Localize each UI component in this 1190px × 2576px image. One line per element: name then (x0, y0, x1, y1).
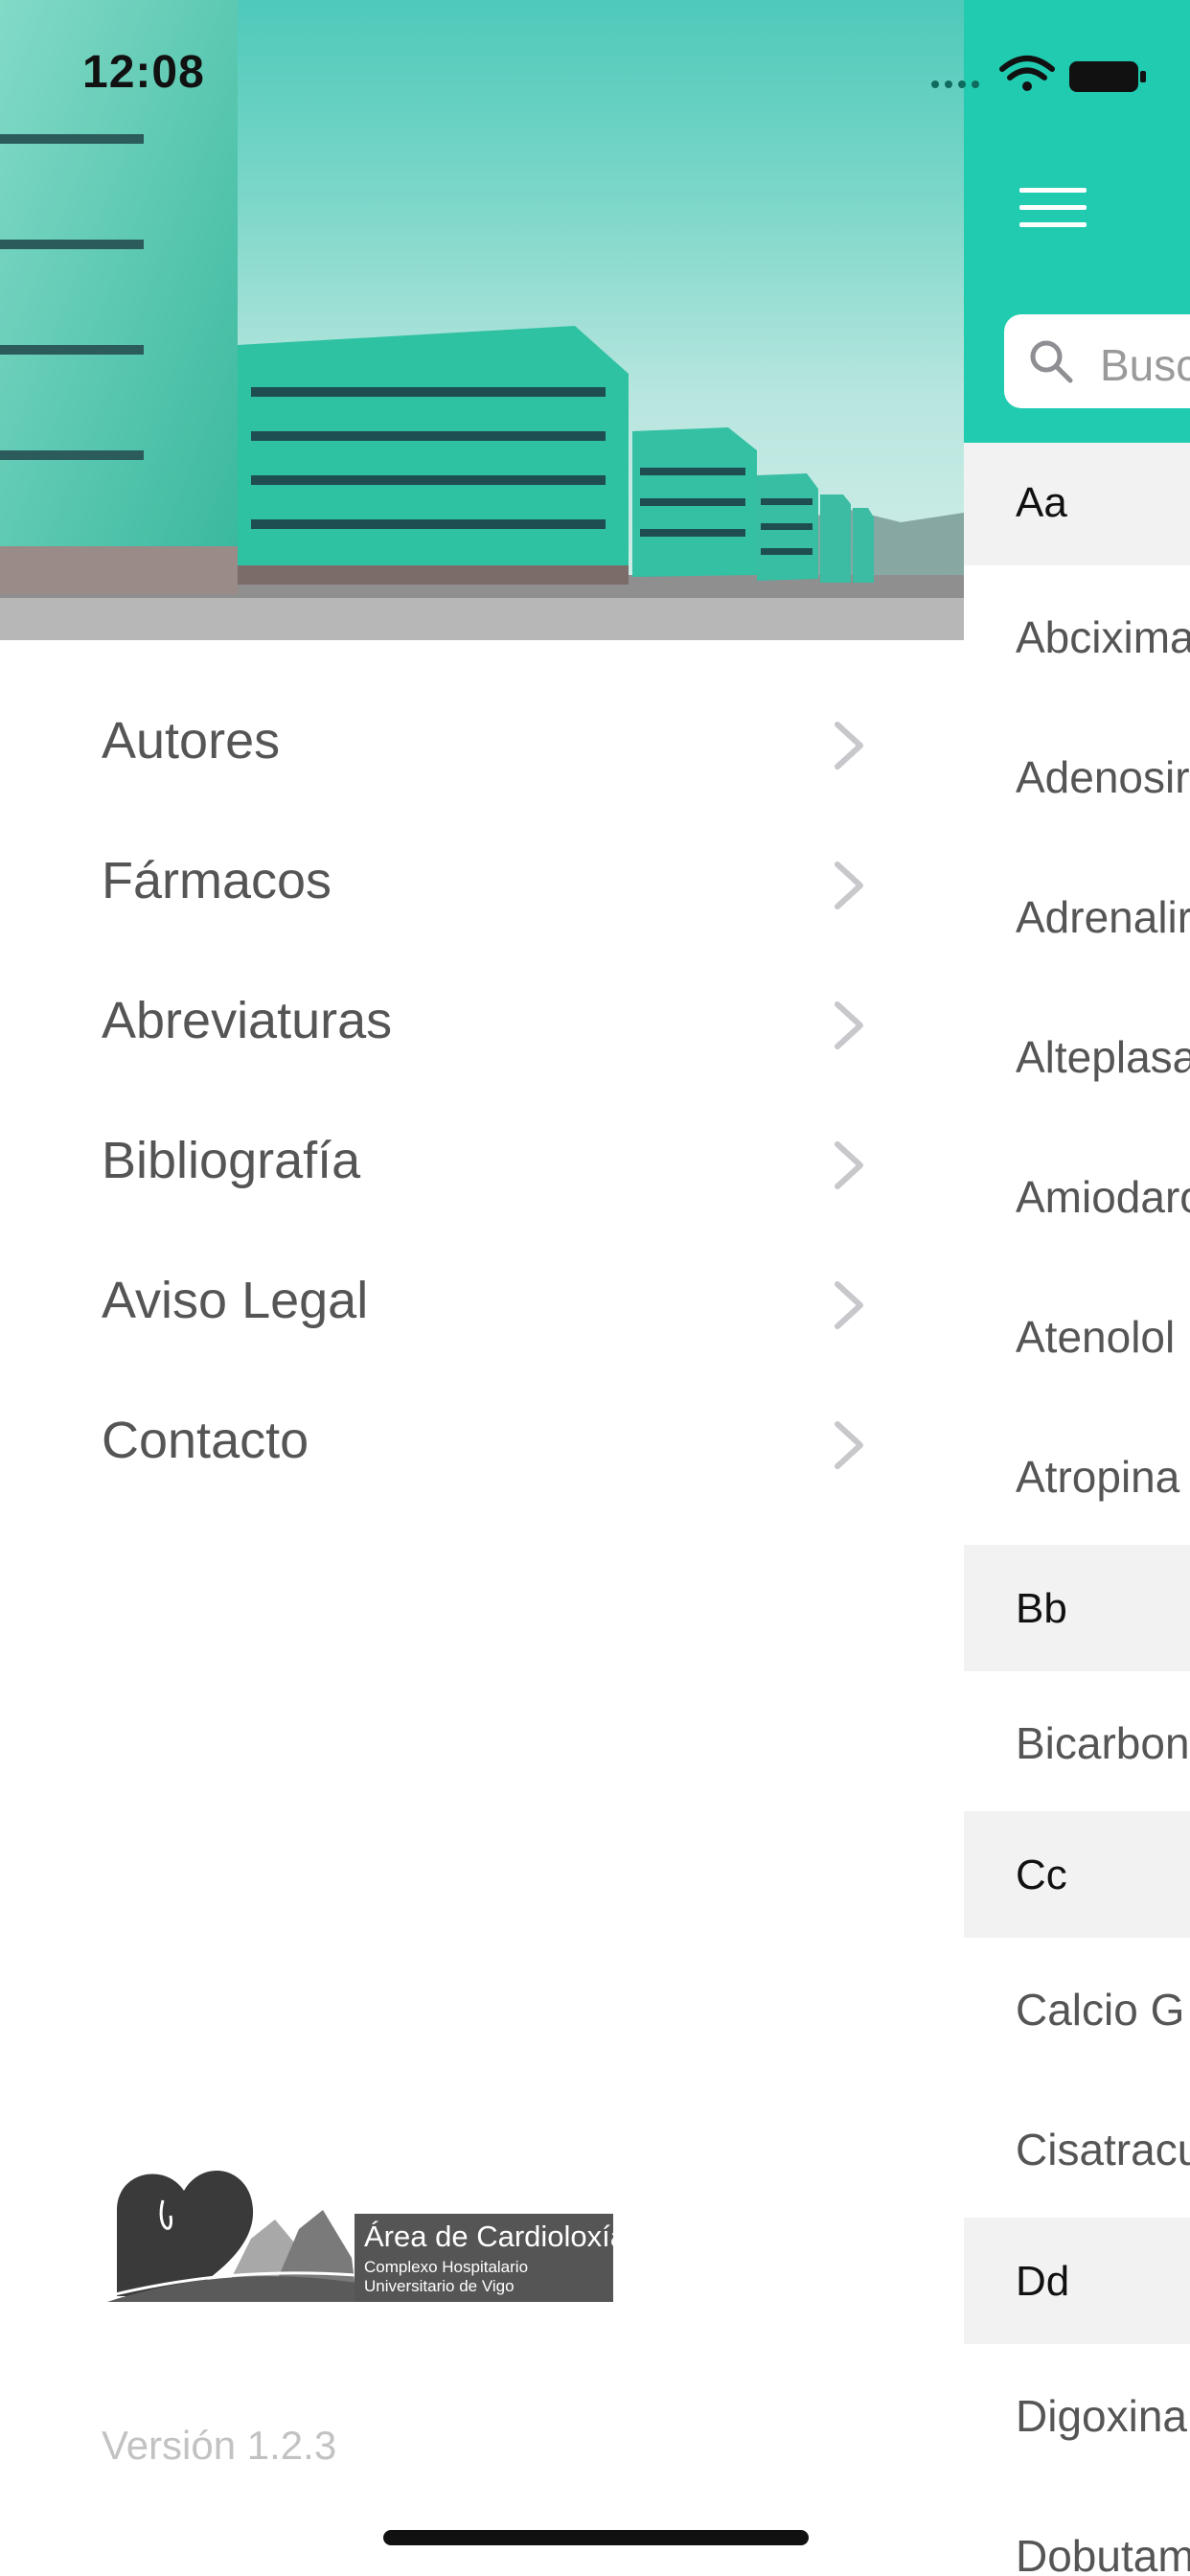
list-item[interactable]: Abcixima (964, 565, 1190, 705)
list-item[interactable]: Atropina (964, 1405, 1190, 1545)
list-item[interactable]: Amiodaro (964, 1125, 1190, 1265)
menu-item-label: Contacto (102, 1412, 309, 1469)
list-item[interactable]: Alteplasa (964, 985, 1190, 1125)
list-item[interactable]: Bicarbon (964, 1671, 1190, 1811)
logo-subtitle-line1: Complexo Hospitalario (364, 2258, 529, 2276)
menu-item-abreviaturas[interactable]: Abreviaturas (0, 954, 964, 1094)
section-header-label: Aa (1016, 479, 1067, 526)
search-input[interactable]: Busc (1004, 314, 1190, 408)
chevron-right-icon (835, 1281, 863, 1329)
menu-item-contacto[interactable]: Contacto (0, 1374, 964, 1514)
menu-icon[interactable] (1019, 188, 1087, 228)
section-header-label: Bb (1016, 1585, 1067, 1632)
search-placeholder: Busc (1100, 340, 1190, 390)
section-header: Bb (964, 1545, 1190, 1671)
menu-item-label: Abreviaturas (102, 992, 393, 1049)
menu-item-label: Autores (102, 712, 281, 770)
chevron-right-icon (835, 722, 863, 770)
list-item-label: Cisatracu (1016, 2125, 1190, 2174)
list-item-label: Bicarbon (1016, 1718, 1190, 1768)
chevron-right-icon (835, 1141, 863, 1189)
menu-item-label: Fármacos (102, 852, 332, 909)
list-item[interactable]: Atenolol (964, 1265, 1190, 1405)
section-header-label: Cc (1016, 1852, 1067, 1898)
list-item-label: Digoxina (1016, 2391, 1187, 2441)
list-item[interactable]: Dobutam (964, 2484, 1190, 2576)
list-item-label: Adrenalir (1016, 892, 1190, 942)
list-item-label: Atenolol (1016, 1312, 1176, 1362)
cardiology-logo: Área de Cardioloxía Complexo Hospitalari… (106, 2162, 627, 2302)
app-version: Versión 1.2.3 (102, 2423, 337, 2468)
list-item[interactable]: Digoxina (964, 2344, 1190, 2484)
status-time: 12:08 (82, 47, 205, 98)
section-header: Aa (964, 443, 1190, 565)
battery-icon (1069, 61, 1146, 92)
list-item[interactable]: Calcio G (964, 1938, 1190, 2078)
list-item-label: Atropina (1016, 1452, 1180, 1502)
section-header: Cc (964, 1811, 1190, 1938)
menu-item-autores[interactable]: Autores (0, 675, 964, 815)
list-item[interactable]: Adrenalir (964, 845, 1190, 985)
chevron-right-icon (835, 1421, 863, 1469)
list-item-label: Alteplasa (1016, 1032, 1190, 1082)
section-header-label: Dd (1016, 2258, 1070, 2305)
search-icon (1030, 340, 1073, 383)
menu-item-label: Bibliografía (102, 1132, 361, 1189)
menu-item-bibliografia[interactable]: Bibliografía (0, 1094, 964, 1234)
home-indicator[interactable] (383, 2530, 809, 2545)
hospital-banner-image: 12:08 (0, 0, 964, 640)
list-item[interactable]: Cisatracu (964, 2078, 1190, 2218)
list-item[interactable]: Adenosir (964, 705, 1190, 845)
drug-list-screen: Busc Aa Abcixima Adenosir Adrenalir Alte… (964, 0, 1190, 2576)
menu-item-farmacos[interactable]: Fármacos (0, 815, 964, 954)
logo-subtitle-line2: Universitario de Vigo (364, 2277, 515, 2295)
list-item-label: Adenosir (1016, 752, 1190, 802)
status-icons (931, 56, 1146, 92)
list-item-label: Calcio G (1016, 1985, 1185, 2035)
menu-item-label: Aviso Legal (102, 1272, 369, 1329)
list-item-label: Dobutam (1016, 2531, 1190, 2576)
wifi-icon (999, 56, 1055, 80)
signal-icon (931, 80, 979, 88)
section-header: Dd (964, 2218, 1190, 2344)
menu-item-aviso-legal[interactable]: Aviso Legal (0, 1234, 964, 1374)
chevron-right-icon (835, 1001, 863, 1049)
list-item-label: Amiodaro (1016, 1172, 1190, 1222)
chevron-right-icon (835, 862, 863, 909)
side-drawer: 12:08 Autores Fármacos Abreviaturas Bibl… (0, 0, 964, 2576)
drawer-menu: Autores Fármacos Abreviaturas Bibliograf… (0, 675, 964, 1514)
list-item-label: Abcixima (1016, 612, 1190, 662)
logo-title: Área de Cardioloxía (364, 2220, 627, 2253)
